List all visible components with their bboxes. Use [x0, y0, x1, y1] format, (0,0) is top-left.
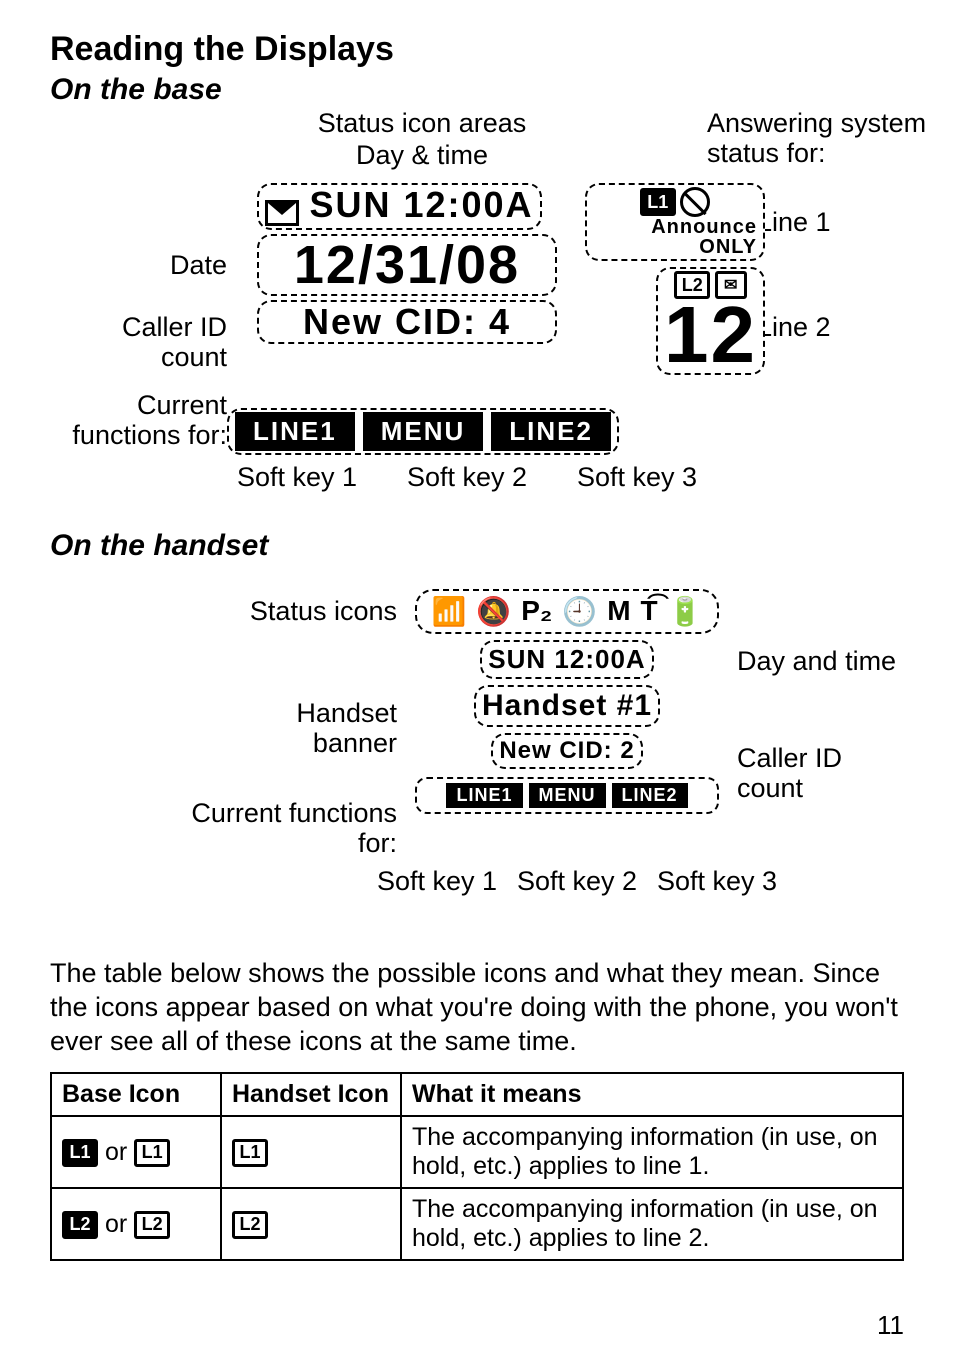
hs-softkey-line1: LINE1	[446, 783, 522, 808]
callout-line1: Line 1	[757, 208, 831, 238]
callout-hs-softkey3: Soft key 3	[647, 867, 787, 897]
callout-line2: Line 2	[757, 313, 831, 343]
cell-meaning: The accompanying information (in use, on…	[401, 1188, 903, 1260]
lcd-day-time: SUN 12:00A	[309, 184, 533, 225]
mute-icon: M	[607, 595, 630, 628]
callout-hs-banner: Handset banner	[207, 699, 397, 758]
battery-icon: 🔋	[668, 595, 703, 628]
softkey-line2: LINE2	[491, 412, 611, 451]
privacy-icon: P₂	[521, 595, 552, 628]
callout-hs-softkey2: Soft key 2	[507, 867, 647, 897]
clock-icon: 🕘	[562, 595, 597, 628]
t-coil-icon: T͡	[641, 595, 658, 628]
th-handset-icon: Handset Icon	[221, 1073, 401, 1116]
page-title: Reading the Displays	[50, 30, 904, 69]
callout-current-functions: Current functions for:	[67, 391, 227, 450]
softkey-line1: LINE1	[235, 412, 355, 451]
cell-base-icon: L1 or L1	[51, 1116, 221, 1188]
hs-cid: New CID: 2	[491, 733, 642, 769]
icon-table: Base Icon Handset Icon What it means L1 …	[50, 1072, 904, 1261]
lcd-announce-only: Announce ONLY	[593, 217, 757, 257]
callout-caller-id-count: Caller ID count	[67, 313, 227, 372]
callout-hs-current-functions: Current functions for:	[147, 799, 397, 858]
l1-filled-icon: L1	[62, 1139, 98, 1167]
signal-icon: 📶	[431, 595, 466, 628]
table-row: L1 or L1 L1 The accompanying information…	[51, 1116, 903, 1188]
lcd-date: 12/31/08	[257, 234, 557, 296]
lcd-msg-count: 12	[664, 299, 757, 371]
hs-softkey-line2: LINE2	[612, 783, 688, 808]
callout-hs-softkey1: Soft key 1	[367, 867, 507, 897]
cell-meaning: The accompanying information (in use, on…	[401, 1116, 903, 1188]
section-heading-handset: On the handset	[50, 529, 904, 563]
th-base-icon: Base Icon	[51, 1073, 221, 1116]
callout-day-time: Day & time	[317, 141, 527, 171]
lcd-cid: New CID: 4	[257, 300, 557, 344]
callout-hs-status-icons: Status icons	[227, 597, 397, 627]
softkey-menu: MENU	[363, 412, 484, 451]
l2-handset-icon: L2	[232, 1211, 268, 1239]
callout-answering-system: Answering system status for:	[707, 109, 947, 168]
ringer-off-icon: 🔕	[476, 595, 511, 628]
cell-base-icon: L2 or L2	[51, 1188, 221, 1260]
section-heading-base: On the base	[50, 73, 904, 107]
hs-status-icon-row: 📶 🔕 P₂ 🕘 M T͡ 🔋	[415, 589, 719, 634]
envelope-icon	[265, 200, 299, 226]
page-number: 11	[877, 1310, 904, 1341]
no-answer-icon	[680, 187, 710, 217]
or-text: or	[105, 1210, 134, 1238]
base-diagram: Status icon areas Day & time Date Caller…	[107, 113, 927, 523]
l1-badge-icon: L1	[640, 188, 676, 216]
hs-softkey-bar: LINE1 MENU LINE2	[415, 777, 719, 814]
callout-softkey1: Soft key 1	[227, 463, 367, 493]
l2-outline-icon: L2	[134, 1211, 170, 1239]
callout-softkey2: Soft key 2	[397, 463, 537, 493]
base-softkey-bar: LINE1 MENU LINE2	[227, 408, 619, 455]
l2-filled-icon: L2	[62, 1211, 98, 1239]
th-meaning: What it means	[401, 1073, 903, 1116]
table-header-row: Base Icon Handset Icon What it means	[51, 1073, 903, 1116]
callout-date: Date	[107, 251, 227, 281]
cell-handset-icon: L2	[221, 1188, 401, 1260]
hs-softkey-menu: MENU	[529, 783, 606, 808]
cell-handset-icon: L1	[221, 1116, 401, 1188]
callout-hs-day-time: Day and time	[737, 647, 897, 677]
base-lcd-right: L1 Announce ONLY L2 ✉ 12	[585, 183, 765, 383]
table-row: L2 or L2 L2 The accompanying information…	[51, 1188, 903, 1260]
or-text: or	[105, 1138, 134, 1166]
callout-hs-cid: Caller ID count	[737, 744, 897, 803]
hs-day-time: SUN 12:00A	[480, 640, 653, 679]
base-lcd: SUN 12:00A 12/31/08 New CID: 4	[257, 183, 557, 435]
handset-lcd: 📶 🔕 P₂ 🕘 M T͡ 🔋 SUN 12:00A Handset #1 Ne…	[407, 589, 727, 859]
body-text: The table below shows the possible icons…	[50, 957, 904, 1058]
l1-outline-icon: L1	[134, 1139, 170, 1167]
l1-handset-icon: L1	[232, 1139, 268, 1167]
hs-banner: Handset #1	[474, 685, 660, 727]
callout-softkey3: Soft key 3	[567, 463, 707, 493]
callout-status-icon-areas: Status icon areas	[267, 109, 577, 139]
handset-diagram: Status icons Day and time Handset banner…	[107, 569, 927, 939]
